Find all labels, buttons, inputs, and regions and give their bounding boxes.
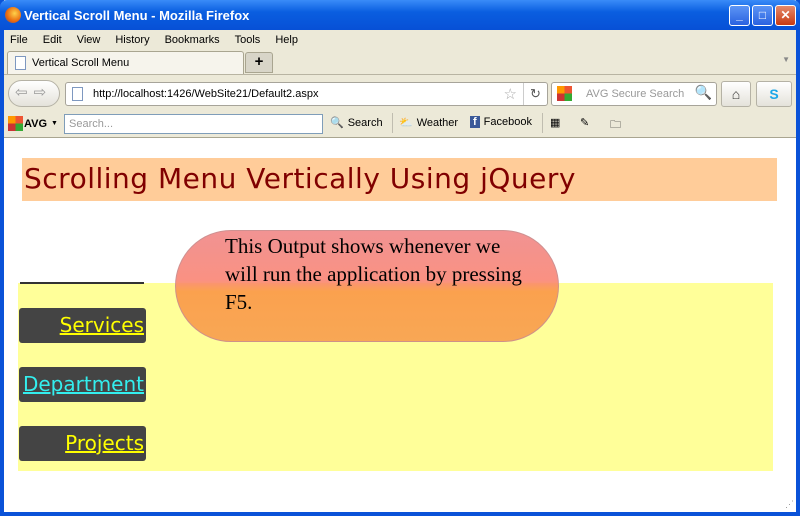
url-text: http://localhost:1426/WebSite21/Default2… [93, 88, 319, 100]
weather-button[interactable]: ⛅ Weather [399, 116, 459, 130]
divider [20, 282, 144, 284]
page-content: Scrolling Menu Vertically Using jQuery S… [4, 137, 796, 512]
avg-logo-icon [557, 86, 572, 101]
menu-file[interactable]: File [10, 34, 28, 46]
facebook-button[interactable]: f Facebook [470, 116, 532, 128]
new-tab-button[interactable]: + [245, 52, 273, 73]
back-icon[interactable]: ⇦ [15, 84, 28, 101]
chevron-down-icon[interactable]: ▼ [51, 120, 58, 127]
search-bar[interactable]: AVG Secure Search 🔍 [551, 82, 717, 106]
title-bar: Vertical Scroll Menu - Mozilla Firefox _… [0, 0, 800, 30]
minimize-button[interactable]: _ [729, 5, 750, 26]
search-label: Search [347, 116, 383, 129]
menu-view[interactable]: View [77, 34, 101, 46]
menu-item-projects[interactable]: Projects [19, 426, 146, 461]
avg-logo-icon [8, 116, 23, 131]
tab-strip: Vertical Scroll Menu + ▼ [4, 49, 796, 75]
close-button[interactable]: ✕ [775, 5, 796, 26]
page-icon [72, 87, 83, 101]
facebook-label: Facebook [483, 116, 532, 128]
menu-history[interactable]: History [115, 34, 149, 46]
menu-tools[interactable]: Tools [235, 34, 261, 46]
url-bar[interactable]: http://localhost:1426/WebSite21/Default2… [65, 82, 548, 106]
forward-icon[interactable]: ⇨ [34, 84, 47, 101]
skype-button[interactable]: S [756, 81, 792, 107]
divider [392, 113, 393, 133]
calculator-icon[interactable]: ▦ [550, 116, 560, 129]
back-forward-buttons[interactable]: ⇦ ⇨ [8, 80, 60, 107]
search-placeholder: AVG Secure Search [586, 88, 685, 100]
menu-bar: File Edit View History Bookmarks Tools H… [4, 30, 796, 49]
weather-label: Weather [416, 116, 459, 129]
facebook-icon: f [470, 116, 480, 128]
page-icon [15, 56, 26, 70]
home-button[interactable]: ⌂ [721, 81, 751, 107]
notepad-icon[interactable]: ✎ [580, 116, 589, 129]
avg-search-input[interactable]: Search... [64, 114, 323, 134]
menu-item-services[interactable]: Services [19, 308, 146, 343]
tab-vertical-scroll-menu[interactable]: Vertical Scroll Menu [7, 51, 244, 75]
search-icon[interactable]: 🔍 [695, 84, 712, 101]
menu-item-department[interactable]: Department [19, 367, 146, 402]
window-title: Vertical Scroll Menu - Mozilla Firefox [24, 7, 250, 23]
search-icon: 🔍 [330, 117, 344, 129]
bookmark-star-icon[interactable]: ☆ [504, 85, 517, 103]
divider [542, 113, 543, 133]
avg-search-button[interactable]: 🔍 Search [330, 116, 383, 130]
reload-icon[interactable]: ↻ [523, 83, 547, 105]
menu-bookmarks[interactable]: Bookmarks [165, 34, 220, 46]
avg-toolbar: AVG ▼ Search... 🔍 Search ⛅ Weather f Faceboo… [4, 110, 796, 137]
navigation-toolbar: ⇦ ⇨ http://localhost:1426/WebSite21/Defau… [4, 74, 796, 110]
tab-label: Vertical Scroll Menu [32, 57, 130, 69]
menu-help[interactable]: Help [275, 34, 298, 46]
callout-text: This Output shows whenever we will run t… [225, 234, 522, 314]
avg-menu[interactable]: AVG [24, 118, 47, 130]
page-heading: Scrolling Menu Vertically Using jQuery [22, 158, 777, 201]
tab-list-icon[interactable]: ▼ [782, 55, 790, 64]
firefox-icon [5, 7, 21, 23]
menu-edit[interactable]: Edit [43, 34, 62, 46]
folder-search-icon[interactable]: 🗀 [610, 116, 621, 135]
maximize-button[interactable]: □ [752, 5, 773, 26]
weather-icon: ⛅ [399, 117, 413, 129]
resize-grip-icon[interactable]: ⋰ [785, 499, 794, 510]
